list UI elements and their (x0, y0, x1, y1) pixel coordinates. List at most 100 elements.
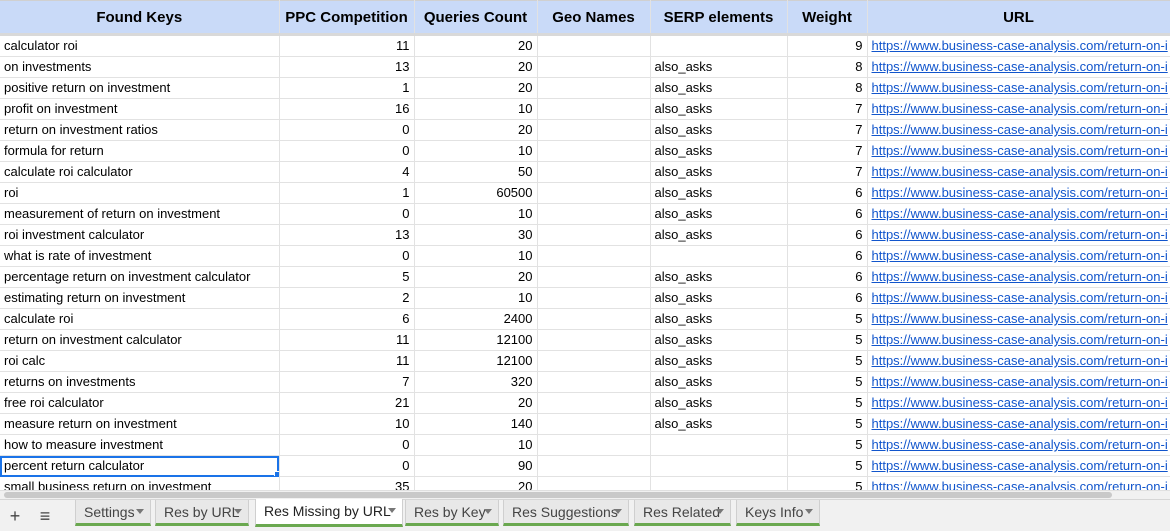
cell-serp-elements[interactable] (650, 245, 788, 267)
cell-weight[interactable]: 5 (787, 371, 868, 393)
cell-weight[interactable]: 5 (787, 476, 868, 490)
cell-geo-names[interactable] (537, 434, 651, 456)
cell-serp-elements[interactable] (650, 455, 788, 477)
cell-ppc-competition[interactable]: 2 (279, 287, 415, 309)
cell-found-key[interactable]: positive return on investment (0, 77, 280, 99)
cell-geo-names[interactable] (537, 287, 651, 309)
cell-queries-count[interactable]: 2400 (414, 308, 538, 330)
cell-weight[interactable]: 5 (787, 308, 868, 330)
cell-found-key[interactable]: roi investment calculator (0, 224, 280, 246)
cell-serp-elements[interactable]: also_asks (650, 161, 788, 183)
cell-found-key[interactable]: formula for return (0, 140, 280, 162)
cell-weight[interactable]: 7 (787, 161, 868, 183)
cell-url[interactable]: https://www.business-case-analysis.com/r… (867, 476, 1170, 490)
cell-queries-count[interactable]: 10 (414, 203, 538, 225)
scrollbar-thumb[interactable] (4, 492, 1112, 498)
cell-serp-elements[interactable]: also_asks (650, 308, 788, 330)
cell-queries-count[interactable]: 10 (414, 245, 538, 267)
cell-ppc-competition[interactable]: 4 (279, 161, 415, 183)
cell-found-key[interactable]: return on investment calculator (0, 329, 280, 351)
cell-found-key[interactable]: on investments (0, 56, 280, 78)
cell-ppc-competition[interactable]: 11 (279, 350, 415, 372)
cell-ppc-competition[interactable]: 0 (279, 119, 415, 141)
cell-ppc-competition[interactable]: 6 (279, 308, 415, 330)
cell-geo-names[interactable] (537, 413, 651, 435)
cell-url[interactable]: https://www.business-case-analysis.com/r… (867, 77, 1170, 99)
cell-found-key[interactable]: roi calc (0, 350, 280, 372)
cell-found-key[interactable]: return on investment ratios (0, 119, 280, 141)
cell-ppc-competition[interactable]: 7 (279, 371, 415, 393)
cell-serp-elements[interactable]: also_asks (650, 98, 788, 120)
cell-ppc-competition[interactable]: 0 (279, 455, 415, 477)
url-link[interactable]: https://www.business-case-analysis.com/r… (872, 59, 1168, 74)
cell-weight[interactable]: 8 (787, 56, 868, 78)
header-weight[interactable]: Weight (787, 0, 868, 35)
cell-geo-names[interactable] (537, 266, 651, 288)
cell-found-key[interactable]: calculator roi (0, 33, 280, 57)
cell-queries-count[interactable]: 10 (414, 98, 538, 120)
dropdown-arrow-icon[interactable] (614, 509, 622, 514)
cell-geo-names[interactable] (537, 392, 651, 414)
url-link[interactable]: https://www.business-case-analysis.com/r… (872, 437, 1168, 452)
cell-weight[interactable]: 9 (787, 33, 868, 57)
cell-geo-names[interactable] (537, 350, 651, 372)
cell-queries-count[interactable]: 12100 (414, 350, 538, 372)
url-link[interactable]: https://www.business-case-analysis.com/r… (872, 122, 1168, 137)
plus-icon[interactable]: + (2, 504, 28, 528)
dropdown-arrow-icon[interactable] (136, 509, 144, 514)
cell-serp-elements[interactable]: also_asks (650, 140, 788, 162)
header-geo-names[interactable]: Geo Names (537, 0, 651, 35)
cell-geo-names[interactable] (537, 33, 651, 57)
cell-ppc-competition[interactable]: 0 (279, 140, 415, 162)
cell-weight[interactable]: 6 (787, 266, 868, 288)
cell-geo-names[interactable] (537, 245, 651, 267)
cell-serp-elements[interactable]: also_asks (650, 329, 788, 351)
cell-url[interactable]: https://www.business-case-analysis.com/r… (867, 182, 1170, 204)
cell-serp-elements[interactable]: also_asks (650, 371, 788, 393)
cell-serp-elements[interactable]: also_asks (650, 182, 788, 204)
cell-url[interactable]: https://www.business-case-analysis.com/r… (867, 266, 1170, 288)
cell-serp-elements[interactable]: also_asks (650, 350, 788, 372)
cell-found-key[interactable]: measurement of return on investment (0, 203, 280, 225)
cell-queries-count[interactable]: 20 (414, 56, 538, 78)
cell-url[interactable]: https://www.business-case-analysis.com/r… (867, 98, 1170, 120)
cell-geo-names[interactable] (537, 77, 651, 99)
cell-found-key[interactable]: roi (0, 182, 280, 204)
cell-ppc-competition[interactable]: 10 (279, 413, 415, 435)
url-link[interactable]: https://www.business-case-analysis.com/r… (872, 479, 1168, 490)
cell-url[interactable]: https://www.business-case-analysis.com/r… (867, 140, 1170, 162)
header-ppc-competition[interactable]: PPC Competition (279, 0, 415, 35)
cell-queries-count[interactable]: 30 (414, 224, 538, 246)
cell-serp-elements[interactable] (650, 33, 788, 57)
url-link[interactable]: https://www.business-case-analysis.com/r… (872, 206, 1168, 221)
cell-found-key[interactable]: small business return on investment (0, 476, 280, 490)
fill-handle[interactable] (273, 471, 278, 476)
url-link[interactable]: https://www.business-case-analysis.com/r… (872, 227, 1168, 242)
cell-url[interactable]: https://www.business-case-analysis.com/r… (867, 287, 1170, 309)
cell-url[interactable]: https://www.business-case-analysis.com/r… (867, 245, 1170, 267)
cell-serp-elements[interactable]: also_asks (650, 119, 788, 141)
url-link[interactable]: https://www.business-case-analysis.com/r… (872, 269, 1168, 284)
url-link[interactable]: https://www.business-case-analysis.com/r… (872, 80, 1168, 95)
cell-serp-elements[interactable] (650, 476, 788, 490)
cell-queries-count[interactable]: 10 (414, 434, 538, 456)
cell-url[interactable]: https://www.business-case-analysis.com/r… (867, 224, 1170, 246)
cell-url[interactable]: https://www.business-case-analysis.com/r… (867, 329, 1170, 351)
cell-found-key[interactable]: estimating return on investment (0, 287, 280, 309)
cell-ppc-competition[interactable]: 13 (279, 56, 415, 78)
dropdown-arrow-icon[interactable] (388, 508, 396, 513)
cell-url[interactable]: https://www.business-case-analysis.com/r… (867, 455, 1170, 477)
cell-weight[interactable]: 6 (787, 224, 868, 246)
cell-weight[interactable]: 5 (787, 350, 868, 372)
cell-weight[interactable]: 5 (787, 455, 868, 477)
cell-found-key[interactable]: measure return on investment (0, 413, 280, 435)
url-link[interactable]: https://www.business-case-analysis.com/r… (872, 38, 1168, 53)
cell-url[interactable]: https://www.business-case-analysis.com/r… (867, 203, 1170, 225)
cell-ppc-competition[interactable]: 1 (279, 182, 415, 204)
cell-found-key[interactable]: calculate roi calculator (0, 161, 280, 183)
cell-queries-count[interactable]: 320 (414, 371, 538, 393)
cell-found-key[interactable]: calculate roi (0, 308, 280, 330)
cell-found-key[interactable]: what is rate of investment (0, 245, 280, 267)
cell-weight[interactable]: 6 (787, 287, 868, 309)
cell-geo-names[interactable] (537, 308, 651, 330)
